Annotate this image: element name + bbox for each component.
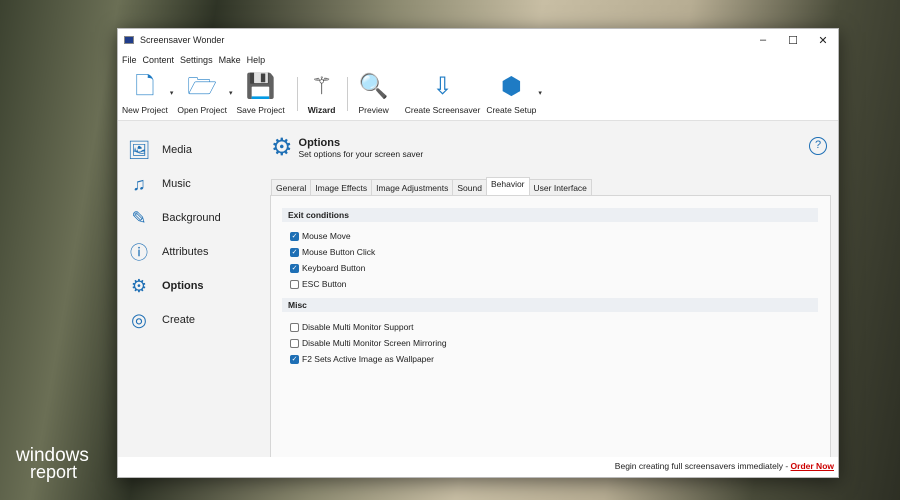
tab-behavior[interactable]: Behavior [485, 177, 530, 196]
music-icon: ♫ [132, 173, 146, 194]
tab-image-adjustments[interactable]: Image Adjustments [371, 179, 454, 196]
tab-image-effects[interactable]: Image Effects [310, 179, 373, 196]
tab-bar: General Image Effects Image Adjustments … [271, 177, 592, 196]
status-text: Begin creating full screensavers immedia… [614, 461, 791, 471]
tab-user-interface[interactable]: User Interface [528, 179, 592, 196]
checkbox[interactable] [290, 279, 299, 289]
wizard-button[interactable]: ⚚ Wizard [308, 69, 336, 115]
close-button[interactable]: ✕ [808, 34, 838, 47]
tab-general[interactable]: General [271, 179, 312, 196]
checkbox-mouse-button-click[interactable]: ✓ Mouse Button Click [271, 244, 830, 260]
save-project-button[interactable]: 💾 Save Project [236, 69, 284, 115]
page-subtitle: Set options for your screen saver [298, 148, 424, 159]
toolbar-divider [296, 77, 298, 111]
checkbox-esc-button[interactable]: ESC Button [271, 276, 830, 292]
gear-icon: ⚙ [271, 134, 293, 161]
download-icon: ⇩ [432, 73, 453, 100]
checkbox-f2-wallpaper[interactable]: ✓ F2 Sets Active Image as Wallpaper [271, 351, 830, 367]
sidebar-item-create[interactable]: ◎ Create [126, 303, 221, 337]
create-setup-dropdown[interactable]: ▾ [538, 89, 542, 97]
open-project-button[interactable]: 🗁 Open Project [177, 69, 227, 115]
disc-icon: ◎ [131, 309, 147, 330]
menu-make[interactable]: Make [219, 55, 241, 65]
title-bar: Screensaver Wonder – ☐ ✕ [118, 29, 838, 51]
page-header: ⚙ Options Set options for your screen sa… [271, 133, 423, 162]
new-project-button[interactable]: 🗋 New Project [122, 69, 168, 115]
create-screensaver-button[interactable]: ⇩ Create Screensaver [405, 69, 481, 115]
status-bar: Begin creating full screensavers immedia… [118, 457, 838, 477]
checkbox-disable-multi-monitor-support[interactable]: Disable Multi Monitor Support [271, 319, 830, 335]
new-project-dropdown[interactable]: ▾ [170, 89, 174, 97]
box-icon: ⬢ [500, 73, 522, 100]
save-icon: 💾 [245, 73, 276, 100]
new-file-icon: 🗋 [135, 73, 155, 100]
sidebar: 🖼 Media ♫ Music ✎ Background ⓘ Attributes ⚙ O… [126, 133, 221, 337]
app-window: Screensaver Wonder – ☐ ✕ File Content Se… [117, 28, 839, 478]
checkbox-disable-multi-monitor-mirroring[interactable]: Disable Multi Monitor Screen Mirroring [271, 335, 830, 351]
magic-wand-icon: ⚚ [310, 73, 333, 100]
image-icon: 🖼 [127, 139, 151, 160]
checkbox[interactable]: ✓ [290, 247, 299, 257]
checkbox[interactable] [290, 322, 299, 332]
checkbox[interactable] [290, 338, 299, 348]
section-header-misc: Misc [282, 298, 818, 312]
checkbox-keyboard-button[interactable]: ✓ Keyboard Button [271, 260, 830, 276]
menu-content[interactable]: Content [143, 55, 175, 65]
window-title: Screensaver Wonder [140, 35, 225, 45]
checkbox[interactable]: ✓ [290, 263, 299, 273]
menu-bar: File Content Settings Make Help [118, 51, 838, 69]
sidebar-item-media[interactable]: 🖼 Media [126, 133, 221, 167]
preview-button[interactable]: 🔍 Preview [358, 69, 388, 115]
brush-icon: ✎ [131, 207, 147, 228]
sidebar-item-background[interactable]: ✎ Background [126, 201, 220, 235]
section-header-exit-conditions: Exit conditions [282, 208, 818, 222]
tab-sound[interactable]: Sound [452, 179, 487, 196]
search-icon: 🔍 [358, 73, 389, 100]
sidebar-item-attributes[interactable]: ⓘ Attributes [126, 235, 221, 269]
create-setup-button[interactable]: ⬢ Create Setup [486, 69, 536, 115]
app-icon [124, 36, 134, 44]
windows-report-logo: windows report [16, 445, 89, 482]
toolbar: 🗋 New Project ▾ 🗁 Open Project ▾ 💾 Save Pro… [118, 69, 838, 121]
menu-file[interactable]: File [122, 55, 137, 65]
folder-icon: 🗁 [187, 73, 218, 100]
minimize-button[interactable]: – [748, 34, 778, 47]
page-title: Options [298, 136, 341, 149]
sidebar-item-options[interactable]: ⚙ Options [126, 269, 221, 303]
toolbar-divider [347, 77, 349, 111]
info-icon: ⓘ [130, 243, 148, 263]
checkbox-mouse-move[interactable]: ✓ Mouse Move [271, 228, 830, 244]
menu-settings[interactable]: Settings [180, 55, 213, 65]
checkbox[interactable]: ✓ [290, 231, 299, 241]
sidebar-item-music[interactable]: ♫ Music [126, 167, 221, 201]
maximize-button[interactable]: ☐ [778, 34, 808, 47]
gear-icon: ⚙ [130, 275, 148, 296]
help-icon[interactable]: ? [809, 137, 827, 155]
checkbox[interactable]: ✓ [290, 354, 299, 364]
behavior-panel: Exit conditions ✓ Mouse Move ✓ Mouse Butto… [270, 195, 831, 458]
open-project-dropdown[interactable]: ▾ [229, 89, 233, 97]
menu-help[interactable]: Help [247, 55, 266, 65]
order-now-link[interactable]: Order Now [791, 461, 834, 471]
